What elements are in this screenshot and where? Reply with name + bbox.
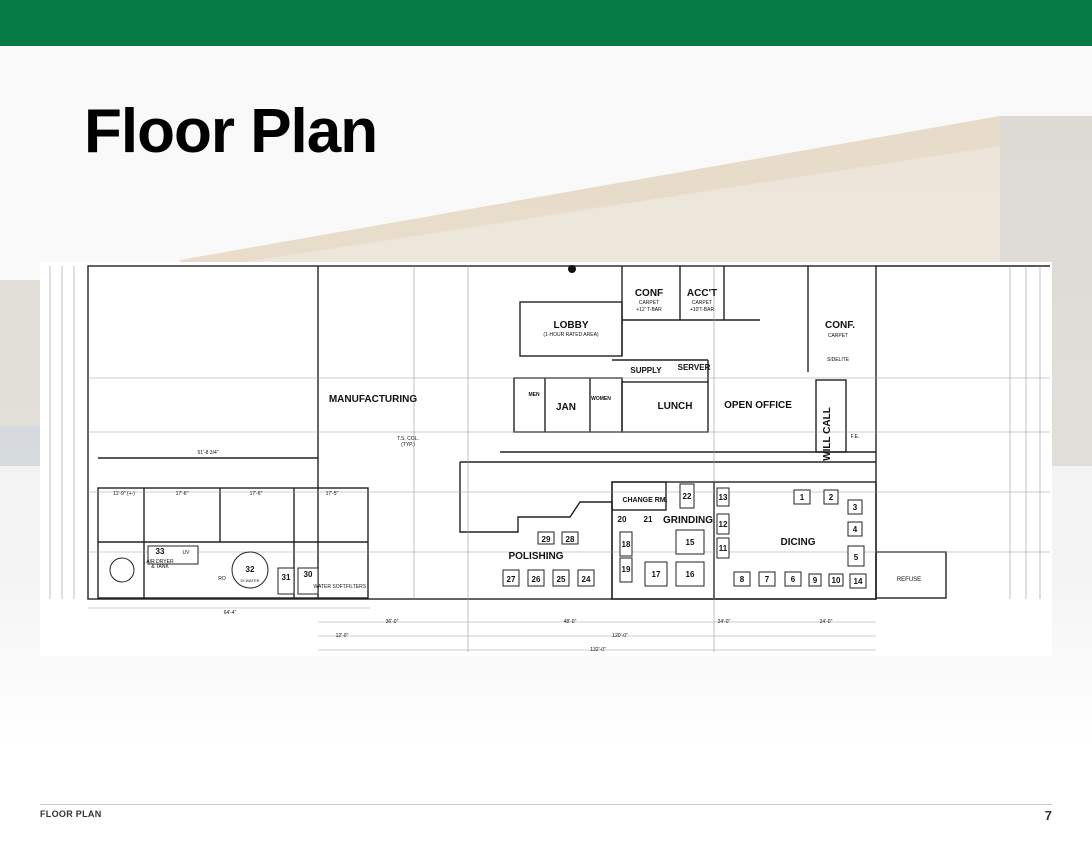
- svg-text:18: 18: [622, 540, 631, 549]
- room-lobby-note: (1-HOUR RATED AREA): [543, 332, 599, 338]
- svg-text:20: 20: [618, 515, 627, 524]
- dim-d9: 132'-0": [590, 647, 606, 653]
- dim-d4: 48'-0": [564, 619, 577, 625]
- room-supply: SUPPLY: [630, 366, 662, 375]
- brand-header-bar: [0, 0, 1092, 46]
- room-change: CHANGE RM.: [622, 497, 667, 504]
- svg-text:7: 7: [765, 575, 770, 584]
- svg-text:17: 17: [652, 570, 661, 579]
- svg-text:16: 16: [686, 570, 695, 579]
- dim-d12: 17'-5": [326, 491, 339, 497]
- dim-d3: 36'-0": [386, 619, 399, 625]
- room-polishing: POLISHING: [508, 551, 563, 562]
- svg-text:28: 28: [566, 535, 575, 544]
- svg-text:1: 1: [800, 493, 805, 502]
- room-open-office: OPEN OFFICE: [724, 400, 792, 411]
- dim-d13: 11'-9" (+-): [113, 491, 135, 497]
- floor-plan-drawing: 27 26 25 24 29 28 18 19 17 15 16 22 13 12 11 8 7…: [40, 262, 1052, 656]
- room-will-call: WILL CALL: [822, 407, 833, 461]
- label-fe: F.E.: [851, 434, 860, 440]
- svg-text:10: 10: [832, 576, 841, 585]
- svg-text:6: 6: [791, 575, 796, 584]
- svg-text:2: 2: [829, 493, 834, 502]
- room-conf2-note: CARPET: [828, 333, 848, 339]
- svg-text:26: 26: [532, 575, 541, 584]
- footer-section-label: FLOOR PLAN: [40, 809, 102, 819]
- footer-divider: [40, 804, 1052, 805]
- svg-text:13: 13: [719, 493, 728, 502]
- room-conf-note1: CARPET: [639, 300, 659, 306]
- dim-d11: 17'-6": [250, 491, 263, 497]
- room-dicing: DICING: [781, 537, 816, 548]
- svg-text:15: 15: [686, 538, 695, 547]
- room-acct: ACC'T: [687, 288, 717, 299]
- svg-text:9: 9: [813, 576, 818, 585]
- svg-text:25: 25: [557, 575, 566, 584]
- svg-text:19: 19: [622, 565, 631, 574]
- svg-text:3: 3: [853, 503, 858, 512]
- svg-text:12: 12: [719, 520, 728, 529]
- entry-marker: [568, 265, 576, 273]
- room-conf-note2: +12' T-BAR: [636, 307, 662, 313]
- room-lobby: LOBBY: [554, 320, 589, 331]
- label-tank: & TANK: [151, 564, 169, 570]
- label-typ: (TYP.): [401, 442, 415, 448]
- svg-text:22: 22: [683, 492, 692, 501]
- floor-plan-svg: 27 26 25 24 29 28 1819 1715 1622 1312 118 7…: [49, 265, 1050, 653]
- room-conf2: CONF.: [825, 320, 855, 331]
- dim-d5: 24'-0": [718, 619, 731, 625]
- dim-d1: 51'-8 3/4": [197, 450, 218, 456]
- room-men: MEN: [528, 392, 540, 398]
- label-sidelite: SIDELITE: [827, 357, 850, 363]
- page-number: 7: [1044, 808, 1052, 823]
- dim-d10: 17'-6": [176, 491, 189, 497]
- room-lunch: LUNCH: [658, 401, 693, 412]
- svg-text:11: 11: [719, 544, 728, 553]
- room-manufacturing: MANUFACTURING: [329, 394, 418, 405]
- svg-text:32: 32: [246, 565, 255, 574]
- svg-text:14: 14: [854, 577, 863, 586]
- label-di-water: DI WATER: [240, 578, 259, 583]
- room-conf: CONF: [635, 288, 663, 299]
- page-title: Floor Plan: [84, 97, 378, 166]
- label-uv: UV: [183, 550, 191, 556]
- dim-d2: 64'-4": [224, 610, 237, 616]
- room-women: WOMEN: [591, 396, 611, 402]
- label-filters: FILTERS: [346, 584, 367, 590]
- svg-text:8: 8: [740, 575, 745, 584]
- building-outline: [87, 265, 877, 600]
- svg-text:21: 21: [644, 515, 653, 524]
- dim-d6: 24'-0": [820, 619, 833, 625]
- dim-d7: 12'-0": [336, 633, 349, 639]
- room-jan: JAN: [556, 402, 576, 413]
- label-ro: RO: [218, 576, 226, 582]
- room-acct-note2: +10'T-BAR: [690, 307, 715, 313]
- label-water-soft: WATER SOFT.: [313, 584, 346, 590]
- room-refuse: REFUSE: [897, 577, 921, 583]
- room-acct-note1: CARPET: [692, 300, 712, 306]
- svg-text:30: 30: [304, 570, 313, 579]
- room-server: SERVER: [678, 363, 711, 372]
- svg-text:5: 5: [854, 553, 859, 562]
- dim-d8: 120'-0": [612, 633, 628, 639]
- svg-text:31: 31: [282, 573, 291, 582]
- svg-text:24: 24: [582, 575, 591, 584]
- svg-text:27: 27: [507, 575, 516, 584]
- room-grinding: GRINDING: [663, 515, 713, 526]
- svg-text:33: 33: [156, 547, 165, 556]
- svg-text:4: 4: [853, 525, 858, 534]
- svg-text:29: 29: [542, 535, 551, 544]
